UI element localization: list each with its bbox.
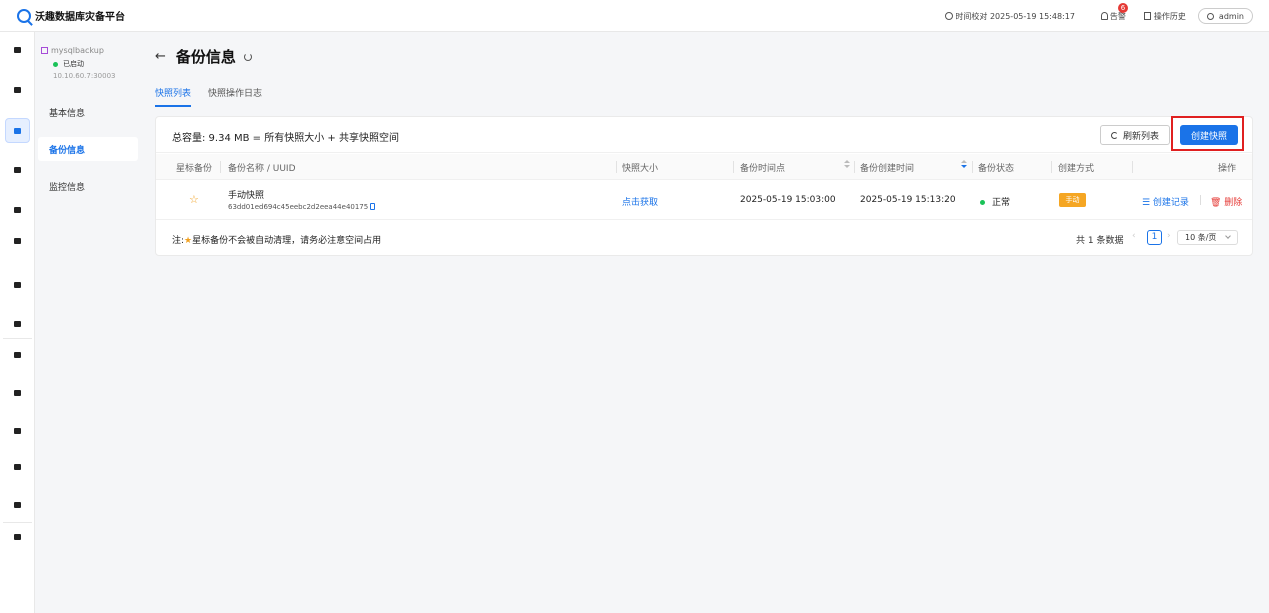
- rail-database-icon[interactable]: [5, 77, 30, 102]
- snapshot-card: 总容量: 9.34 MB = 所有快照大小 + 共享快照空间 刷新列表 创建快照…: [155, 116, 1253, 256]
- top-bar: 沃趣数据库灾备平台 时间校对 2025-05-19 15:48:17 告警 6 …: [0, 0, 1269, 32]
- sort-down-active-icon[interactable]: [961, 165, 967, 168]
- tab-snapshot-log[interactable]: 快照操作日志: [208, 86, 262, 107]
- bell-icon: [1100, 12, 1108, 20]
- col-size: 快照大小: [622, 164, 659, 174]
- method-tag: 手动: [1059, 193, 1086, 207]
- delete-link[interactable]: 🗑 删除: [1210, 195, 1242, 208]
- tab-bar: 快照列表 快照操作日志: [155, 86, 279, 107]
- note-text: 注:★星标备份不会被自动清理，请务必注意空间占用: [172, 236, 382, 246]
- rail-half-circle-icon[interactable]: [5, 380, 30, 405]
- rail-dashboard-icon[interactable]: [5, 37, 30, 62]
- table-header: 星标备份 备份名称 / UUID 快照大小 备份时间点 备份创建时间 备份状态 …: [156, 154, 1252, 180]
- time-check[interactable]: 时间校对 2025-05-19 15:48:17: [945, 11, 1075, 22]
- user-menu[interactable]: admin: [1197, 8, 1253, 24]
- next-page-icon[interactable]: ›: [1167, 231, 1171, 241]
- col-method: 创建方式: [1058, 164, 1095, 174]
- chevron-down-icon: [1225, 233, 1231, 239]
- sort-up-icon[interactable]: [961, 160, 967, 163]
- capacity-summary: 总容量: 9.34 MB = 所有快照大小 + 共享快照空间: [172, 133, 399, 144]
- page-number[interactable]: 1: [1147, 230, 1162, 245]
- highlight-box: [1171, 116, 1244, 151]
- app-title: 沃趣数据库灾备平台: [35, 12, 125, 23]
- page-title: 备份信息: [175, 48, 236, 66]
- rail-user-icon[interactable]: [5, 418, 30, 443]
- sort-down-icon[interactable]: [844, 165, 850, 168]
- col-ops: 操作: [1218, 164, 1237, 174]
- instance-status: 已启动: [63, 60, 84, 68]
- rail-gauge-icon[interactable]: [5, 311, 30, 336]
- col-backup-point: 备份时间点: [740, 164, 786, 174]
- rail-monitor-icon[interactable]: [5, 524, 30, 549]
- refresh-icon[interactable]: [243, 52, 252, 61]
- table-footer: 注:★星标备份不会被自动清理，请务必注意空间占用 共 1 条数据 ‹ 1 › 1…: [156, 221, 1252, 256]
- alarm-badge: 6: [1117, 2, 1128, 13]
- rail-cloud-icon[interactable]: [5, 228, 30, 253]
- star-icon: ★: [184, 236, 193, 246]
- backup-point: 2025-05-19 15:03:00: [740, 195, 836, 205]
- history-label: 操作历史: [1153, 11, 1186, 21]
- status-text: 正常: [992, 198, 1011, 208]
- user-name: admin: [1218, 11, 1244, 21]
- instance-info: mysqlbackup 已启动 10.10.60.7:30003: [41, 46, 115, 80]
- back-button[interactable]: ←: [155, 49, 166, 64]
- col-created-time: 备份创建时间: [860, 164, 915, 174]
- tab-snapshot-list[interactable]: 快照列表: [155, 86, 192, 107]
- side-item-basic[interactable]: 基本信息: [49, 106, 85, 119]
- snapshot-name: 手动快照: [228, 191, 265, 201]
- page-size-select[interactable]: 10 条/页: [1177, 230, 1238, 245]
- history-icon: [1143, 12, 1151, 20]
- topology-icon: [41, 47, 48, 54]
- status-dot-icon: [53, 61, 58, 67]
- rail-clipboard-icon[interactable]: [5, 492, 30, 517]
- refresh-list-button[interactable]: 刷新列表: [1100, 125, 1170, 145]
- side-item-backup[interactable]: 备份信息: [38, 137, 138, 161]
- status-dot-icon: [980, 200, 985, 205]
- rail-flag-icon[interactable]: [5, 197, 30, 222]
- alarm-button[interactable]: 告警 6: [1100, 2, 1128, 22]
- rail-music-icon[interactable]: [5, 157, 30, 182]
- side-item-monitor[interactable]: 监控信息: [49, 180, 85, 193]
- rail-loop-icon[interactable]: [5, 272, 30, 297]
- side-item-backup-label: 备份信息: [49, 146, 86, 156]
- time-check-label: 时间校对 2025-05-19 15:48:17: [955, 11, 1075, 21]
- status-cell: 正常: [980, 195, 1010, 208]
- copy-icon[interactable]: [370, 203, 375, 210]
- rail-backup-icon[interactable]: [5, 118, 30, 143]
- create-record-link[interactable]: ☰ 创建记录: [1142, 195, 1189, 208]
- icon-rail: [0, 32, 35, 613]
- total-count: 共 1 条数据: [1076, 236, 1124, 246]
- col-status: 备份状态: [978, 164, 1015, 174]
- refresh-icon: [1110, 131, 1118, 139]
- col-name: 备份名称 / UUID: [228, 164, 296, 174]
- table-row: ☆ 手动快照 63dd01ed694c45eebc2d2eea44e40175 …: [156, 181, 1252, 220]
- created-time: 2025-05-19 15:13:20: [860, 195, 956, 205]
- star-toggle-icon[interactable]: ☆: [189, 193, 199, 206]
- user-icon: [1206, 12, 1214, 20]
- get-size-link[interactable]: 点击获取: [622, 195, 658, 208]
- rail-box-icon[interactable]: [5, 454, 30, 479]
- brand[interactable]: 沃趣数据库灾备平台: [17, 8, 125, 23]
- col-star: 星标备份: [176, 164, 213, 174]
- instance-name: mysqlbackup: [51, 46, 104, 55]
- instance-address: 10.10.60.7:30003: [53, 72, 116, 80]
- rail-location-icon[interactable]: [5, 342, 30, 367]
- history-button[interactable]: 操作历史: [1143, 11, 1186, 22]
- instance-sidebar: mysqlbackup 已启动 10.10.60.7:30003 基本信息 监控…: [35, 32, 141, 613]
- sort-up-icon[interactable]: [844, 160, 850, 163]
- logo-icon: [17, 8, 31, 23]
- clock-icon: [945, 12, 954, 20]
- prev-page-icon[interactable]: ‹: [1132, 231, 1136, 241]
- snapshot-uuid: 63dd01ed694c45eebc2d2eea44e40175: [228, 203, 369, 211]
